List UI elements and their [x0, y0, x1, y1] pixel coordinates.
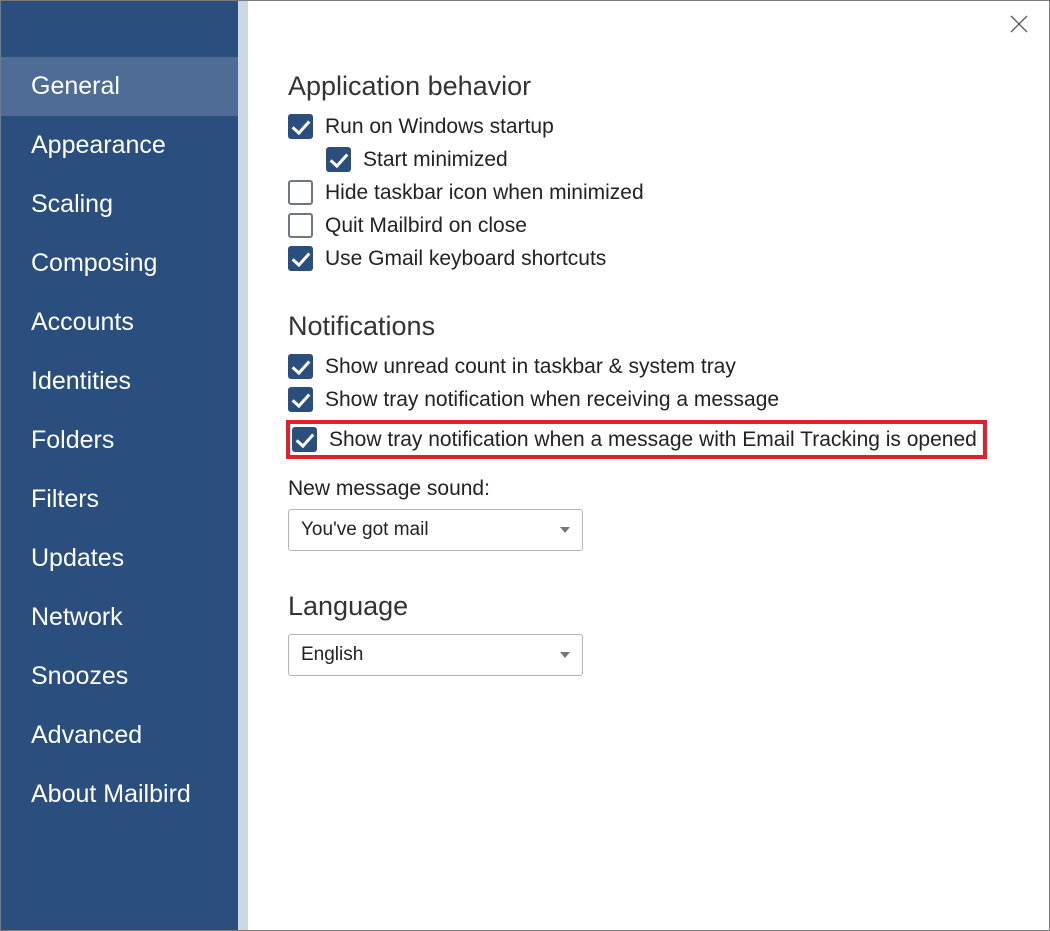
main-panel: Application behavior Run on Windows star…	[248, 1, 1049, 930]
sidebar-item-identities[interactable]: Identities	[1, 352, 238, 411]
sidebar-item-label: About Mailbird	[31, 780, 191, 808]
sidebar-item-label: Appearance	[31, 131, 166, 159]
sidebar-item-label: Snoozes	[31, 662, 128, 690]
section-notifications: Notifications Show unread count in taskb…	[288, 311, 1009, 551]
sidebar-item-label: Advanced	[31, 721, 142, 749]
checkbox-quit-on-close[interactable]	[288, 213, 313, 238]
sidebar-item-composing[interactable]: Composing	[1, 234, 238, 293]
select-value: English	[301, 644, 363, 666]
sidebar-item-folders[interactable]: Folders	[1, 411, 238, 470]
sidebar-item-about[interactable]: About Mailbird	[1, 765, 238, 824]
chevron-down-icon	[560, 652, 570, 658]
checkbox-start-minimized[interactable]	[326, 147, 351, 172]
option-label: Start minimized	[363, 148, 508, 172]
sidebar-item-advanced[interactable]: Advanced	[1, 706, 238, 765]
option-gmail-shortcuts[interactable]: Use Gmail keyboard shortcuts	[288, 246, 1009, 271]
section-app-behavior: Application behavior Run on Windows star…	[288, 71, 1009, 271]
sidebar-item-label: General	[31, 72, 120, 100]
checkbox-run-startup[interactable]	[288, 114, 313, 139]
checkbox-hide-taskbar[interactable]	[288, 180, 313, 205]
sidebar-item-appearance[interactable]: Appearance	[1, 116, 238, 175]
select-value: You've got mail	[301, 519, 429, 541]
sidebar-item-label: Identities	[31, 367, 131, 395]
sidebar-item-snoozes[interactable]: Snoozes	[1, 647, 238, 706]
checkbox-tray-receive[interactable]	[288, 387, 313, 412]
option-label: Show tray notification when a message wi…	[329, 428, 977, 452]
option-label: Hide taskbar icon when minimized	[325, 181, 644, 205]
sidebar-item-label: Network	[31, 603, 123, 631]
language-select[interactable]: English	[288, 634, 583, 676]
option-quit-on-close[interactable]: Quit Mailbird on close	[288, 213, 1009, 238]
checkbox-unread-count[interactable]	[288, 354, 313, 379]
sound-select[interactable]: You've got mail	[288, 509, 583, 551]
option-hide-taskbar[interactable]: Hide taskbar icon when minimized	[288, 180, 1009, 205]
section-title: Notifications	[288, 311, 1009, 342]
sidebar-item-filters[interactable]: Filters	[1, 470, 238, 529]
sidebar-item-label: Composing	[31, 249, 157, 277]
checkbox-tray-tracking[interactable]	[292, 427, 317, 452]
close-icon	[1007, 15, 1031, 33]
option-label: Show tray notification when receiving a …	[325, 388, 779, 412]
checkbox-gmail-shortcuts[interactable]	[288, 246, 313, 271]
option-run-startup[interactable]: Run on Windows startup	[288, 114, 1009, 139]
chevron-down-icon	[560, 527, 570, 533]
option-label: Show unread count in taskbar & system tr…	[325, 355, 736, 379]
section-title: Application behavior	[288, 71, 1009, 102]
sidebar-item-updates[interactable]: Updates	[1, 529, 238, 588]
sidebar-item-general[interactable]: General	[1, 57, 238, 116]
option-label: Run on Windows startup	[325, 115, 554, 139]
close-button[interactable]	[1007, 15, 1031, 39]
highlight-annotation: Show tray notification when a message wi…	[286, 420, 987, 459]
sidebar-item-label: Filters	[31, 485, 99, 513]
option-tray-tracking-row: Show tray notification when a message wi…	[288, 420, 1009, 459]
sidebar-item-label: Folders	[31, 426, 114, 454]
option-label: Use Gmail keyboard shortcuts	[325, 247, 606, 271]
sidebar-item-scaling[interactable]: Scaling	[1, 175, 238, 234]
section-title: Language	[288, 591, 1009, 622]
option-start-minimized[interactable]: Start minimized	[326, 147, 1009, 172]
sidebar-item-label: Accounts	[31, 308, 134, 336]
sidebar-item-label: Scaling	[31, 190, 113, 218]
option-tray-receive[interactable]: Show tray notification when receiving a …	[288, 387, 1009, 412]
option-label: Quit Mailbird on close	[325, 214, 527, 238]
sound-field-label: New message sound:	[288, 477, 1009, 501]
sidebar-item-accounts[interactable]: Accounts	[1, 293, 238, 352]
option-unread-count[interactable]: Show unread count in taskbar & system tr…	[288, 354, 1009, 379]
settings-window: General Appearance Scaling Composing Acc…	[0, 0, 1050, 931]
section-language: Language English	[288, 591, 1009, 676]
sidebar: General Appearance Scaling Composing Acc…	[1, 1, 248, 930]
sidebar-item-network[interactable]: Network	[1, 588, 238, 647]
sidebar-item-label: Updates	[31, 544, 124, 572]
